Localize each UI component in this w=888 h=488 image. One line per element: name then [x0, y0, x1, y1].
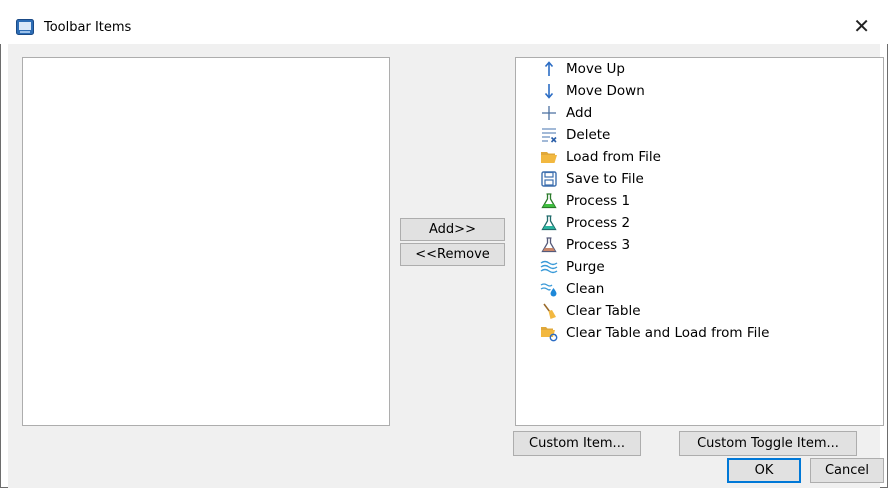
cancel-button[interactable]: Cancel — [810, 458, 884, 483]
list-item-process-3[interactable]: Process 3 — [540, 234, 630, 256]
folder-refresh-icon — [540, 324, 558, 342]
list-item-label: Move Up — [566, 61, 625, 77]
list-item-label: Process 2 — [566, 215, 631, 231]
list-item-process-1[interactable]: Process 1 — [540, 190, 630, 212]
list-item-label: Process 1 — [566, 193, 631, 209]
open-folder-icon — [540, 148, 558, 166]
plus-icon — [540, 104, 558, 122]
list-item-label: Load from File — [566, 149, 661, 165]
list-item-move-up[interactable]: Move Up — [540, 58, 625, 80]
custom-toggle-item-button[interactable]: Custom Toggle Item... — [679, 431, 857, 456]
list-item-label: Add — [566, 105, 593, 121]
flask-green-icon — [540, 192, 558, 210]
floppy-disk-icon — [540, 170, 558, 188]
ok-button[interactable]: OK — [727, 458, 801, 483]
list-item-label: Purge — [566, 259, 605, 275]
custom-item-button[interactable]: Custom Item... — [513, 431, 641, 456]
available-items-list[interactable]: Move Up Move Down Add Delete Load from F… — [515, 57, 884, 426]
title-bar[interactable]: Toolbar Items ✕ — [0, 0, 888, 44]
list-item-add[interactable]: Add — [540, 102, 592, 124]
arrow-down-icon — [540, 82, 558, 100]
list-item-label: Delete — [566, 127, 611, 143]
list-item-label: Move Down — [566, 83, 645, 99]
list-item-load-from-file[interactable]: Load from File — [540, 146, 661, 168]
remove-button[interactable]: <<Remove — [400, 243, 505, 266]
list-item-label: Clear Table — [566, 303, 641, 319]
flask-brown-icon — [540, 236, 558, 254]
arrow-up-icon — [540, 60, 558, 78]
list-item-label: Clear Table and Load from File — [566, 325, 770, 341]
list-item-purge[interactable]: Purge — [540, 256, 605, 278]
window-title: Toolbar Items — [44, 20, 132, 35]
list-item-save-to-file[interactable]: Save to File — [540, 168, 644, 190]
list-item-clear-table[interactable]: Clear Table — [540, 300, 641, 322]
list-item-move-down[interactable]: Move Down — [540, 80, 645, 102]
flask-teal-icon — [540, 214, 558, 232]
list-item-clean[interactable]: Clean — [540, 278, 604, 300]
list-item-clear-table-and-load[interactable]: Clear Table and Load from File — [540, 322, 769, 344]
delete-list-icon — [540, 126, 558, 144]
close-icon[interactable]: ✕ — [853, 14, 870, 38]
list-item-process-2[interactable]: Process 2 — [540, 212, 630, 234]
add-button[interactable]: Add>> — [400, 218, 505, 241]
list-item-delete[interactable]: Delete — [540, 124, 610, 146]
waves-icon — [540, 258, 558, 276]
toolbar-items-list[interactable] — [22, 57, 390, 426]
app-icon — [16, 19, 34, 35]
water-drop-icon — [540, 280, 558, 298]
broom-icon — [540, 302, 558, 320]
list-item-label: Save to File — [566, 171, 644, 187]
list-item-label: Clean — [566, 281, 605, 297]
list-item-label: Process 3 — [566, 237, 631, 253]
